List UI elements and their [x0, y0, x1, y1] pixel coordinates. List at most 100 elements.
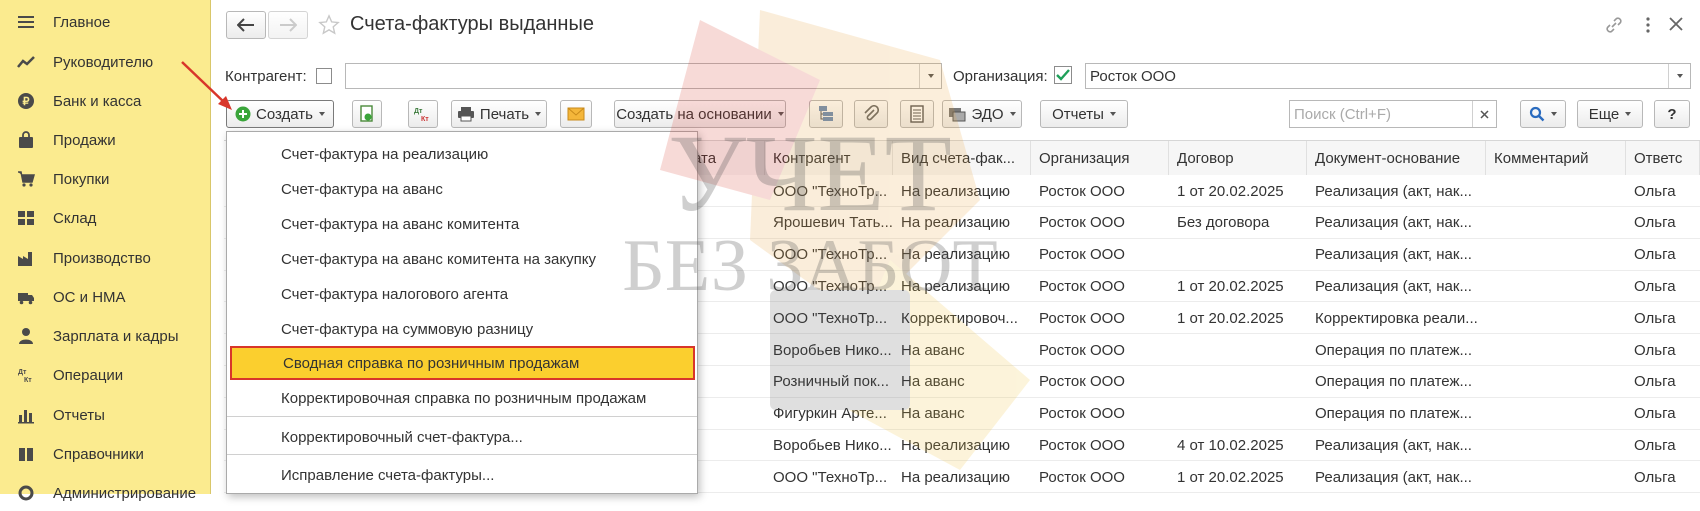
close-icon[interactable]	[1668, 16, 1684, 32]
sidebar-item-directories[interactable]: Справочники	[0, 436, 211, 472]
dt-kt-button[interactable]: Дт Кт	[408, 100, 438, 128]
edo-button[interactable]: ЭДО	[942, 100, 1022, 128]
chevron-down-icon	[319, 112, 325, 116]
forward-button[interactable]	[268, 11, 308, 39]
structure-button[interactable]	[809, 100, 843, 128]
sidebar-item-label: Главное	[53, 13, 111, 31]
column-header-base-document[interactable]: Документ-основание	[1307, 141, 1486, 175]
chevron-down-icon	[1109, 112, 1116, 116]
arrow-left-icon	[237, 18, 254, 32]
pointer-arrow-icon	[181, 61, 232, 110]
table-cell: 4 от 10.02.2025	[1177, 436, 1284, 454]
sidebar-item-label: Справочники	[53, 445, 144, 463]
menu-item[interactable]: Счет-фактура на аванс комитента	[227, 207, 697, 241]
organization-dropdown[interactable]	[1668, 64, 1690, 88]
more-vertical-icon[interactable]	[1642, 15, 1654, 35]
sidebar-item-label: Администрирование	[53, 484, 197, 502]
dt-kt-icon: ДтКт	[414, 108, 429, 123]
reports-button-label: Отчеты	[1052, 105, 1104, 123]
table-cell: ООО "ТехноТр...	[773, 246, 888, 264]
link-icon[interactable]	[1604, 15, 1624, 35]
sidebar-item-production[interactable]: Производство	[0, 240, 211, 276]
svg-text:Кт: Кт	[421, 116, 429, 123]
menu-item[interactable]: Счет-фактура на реализацию	[227, 137, 697, 171]
table-cell: Реализация (акт, нак...	[1315, 246, 1472, 264]
sidebar-item-purchases[interactable]: Покупки	[0, 161, 211, 197]
menu-item[interactable]: Счет-фактура налогового агента	[227, 277, 697, 311]
table-cell: Росток ООО	[1039, 341, 1125, 359]
menu-item[interactable]: Счет-фактура на аванс комитента на закуп…	[227, 242, 697, 276]
sidebar-item-operations[interactable]: Дт Кт Операции	[0, 357, 211, 393]
table-cell: На реализацию	[901, 436, 1010, 454]
sidebar-item-fixed-assets[interactable]: ОС и НМА	[0, 279, 211, 315]
sidebar-item-label: Продажи	[53, 131, 116, 149]
sidebar-item-reports[interactable]: Отчеты	[0, 397, 211, 433]
search-icon	[1529, 106, 1545, 122]
table-cell	[1486, 334, 1626, 366]
table-cell: Росток ООО	[1039, 277, 1125, 295]
table-cell	[1169, 334, 1307, 366]
attach-button[interactable]	[854, 100, 888, 128]
column-header-counterparty[interactable]: Контрагент	[765, 141, 893, 175]
table-cell: Ольга	[1634, 341, 1676, 359]
sidebar-item-warehouse[interactable]: Склад	[0, 200, 211, 236]
menu-item[interactable]: Исправление счета-фактуры...	[227, 458, 697, 492]
sidebar-item-salary[interactable]: Зарплата и кадры	[0, 318, 211, 354]
organization-field[interactable]: Росток ООО	[1085, 63, 1691, 89]
table-cell: Розничный пок...	[773, 373, 890, 391]
table-cell: 1 от 20.02.2025	[1177, 182, 1284, 200]
menu-item[interactable]: Корректировочный счет-фактура...	[227, 420, 697, 454]
table-cell: Росток ООО	[1039, 436, 1125, 454]
column-header-responsible[interactable]: Ответс	[1626, 141, 1700, 175]
table-cell: Воробьев Нико...	[773, 341, 892, 359]
menu-item[interactable]: Сводная справка по розничным продажам	[230, 346, 695, 380]
more-button[interactable]: Еще	[1577, 100, 1643, 128]
sidebar-item-admin[interactable]: Администрирование	[0, 475, 211, 511]
table-cell	[1486, 366, 1626, 398]
create-button[interactable]: Создать	[226, 100, 334, 128]
counterparty-checkbox[interactable]	[316, 68, 332, 84]
table-cell: На аванс	[901, 341, 965, 359]
chevron-down-icon	[1551, 112, 1557, 116]
table-cell: Операция по платеж...	[1315, 405, 1473, 423]
counterparty-field[interactable]	[345, 63, 942, 89]
sidebar-item-sales[interactable]: Продажи	[0, 122, 211, 158]
search-clear-button[interactable]	[1472, 101, 1496, 127]
counterparty-dropdown[interactable]	[919, 64, 941, 88]
chevron-down-icon	[535, 112, 542, 116]
table-cell	[1169, 398, 1307, 430]
help-button[interactable]: ?	[1654, 100, 1690, 128]
sidebar-item-main[interactable]: Главное	[0, 4, 211, 40]
table-cell: Ольга	[1634, 277, 1676, 295]
table-cell: На аванс	[901, 373, 965, 391]
svg-text:Дт: Дт	[414, 108, 423, 115]
search-button[interactable]	[1520, 100, 1566, 128]
chevron-down-icon	[777, 112, 784, 116]
search-input[interactable]: Поиск (Ctrl+F)	[1289, 100, 1497, 128]
create-based-button[interactable]: Создать на основании	[614, 100, 786, 128]
column-header-contract[interactable]: Договор	[1169, 141, 1307, 175]
document-list-button[interactable]	[900, 100, 934, 128]
email-button[interactable]	[560, 100, 592, 128]
reports-button[interactable]: Отчеты	[1040, 100, 1128, 128]
print-button[interactable]: Печать	[451, 100, 547, 128]
menu-item[interactable]: Корректировочная справка по розничным пр…	[227, 381, 697, 415]
table-cell	[1486, 302, 1626, 334]
column-header-comment[interactable]: Комментарий	[1486, 141, 1626, 175]
star-icon[interactable]	[318, 14, 340, 36]
table-cell: На реализацию	[901, 277, 1010, 295]
column-header-invoice-type[interactable]: Вид счета-фак...	[893, 141, 1031, 175]
menu-item[interactable]: Счет-фактура на аванс	[227, 172, 697, 206]
copy-doc-icon	[360, 105, 373, 122]
table-cell: Реализация (акт, нак...	[1315, 436, 1472, 454]
copy-button[interactable]	[352, 100, 382, 128]
menu-item[interactable]: Счет-фактура на суммовую разницу	[227, 312, 697, 346]
organization-checkbox[interactable]	[1054, 66, 1072, 84]
column-header-organization[interactable]: Организация	[1031, 141, 1169, 175]
sidebar-item-label: Руководителю	[53, 53, 154, 71]
table-cell: На реализацию	[901, 468, 1010, 486]
factory-icon	[17, 249, 35, 267]
page-title: Счета-фактуры выданные	[350, 13, 594, 35]
back-button[interactable]	[226, 11, 266, 39]
svg-text:Дт: Дт	[18, 369, 27, 376]
